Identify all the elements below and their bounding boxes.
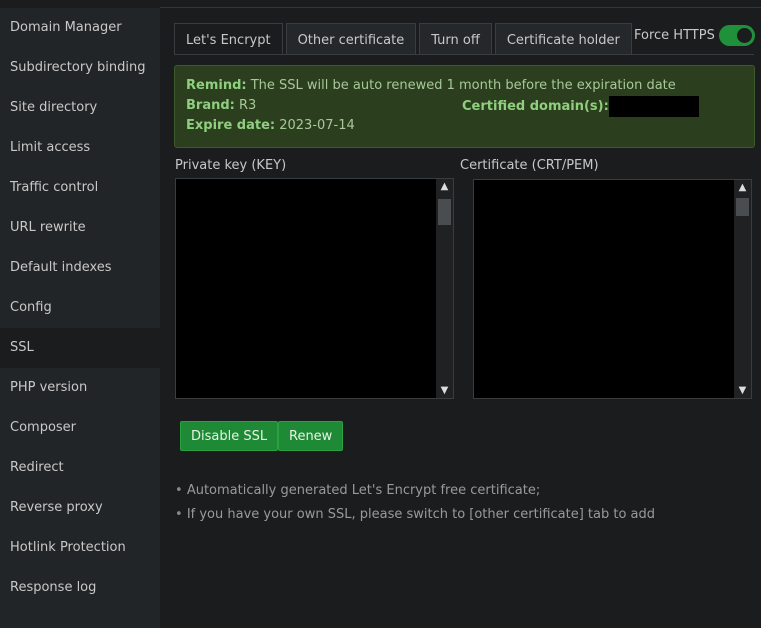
tip-item: Automatically generated Let's Encrypt fr… [175, 479, 655, 503]
scroll-down-icon[interactable]: ▼ [436, 385, 453, 396]
sidebar: Domain Manager Subdirectory binding Site… [0, 8, 160, 628]
expire-value: 2023-07-14 [279, 118, 355, 133]
sidebar-item-default-indexes[interactable]: Default indexes [0, 248, 160, 288]
sidebar-item-response-log[interactable]: Response log [0, 568, 160, 608]
tips-list: Automatically generated Let's Encrypt fr… [175, 479, 655, 527]
expire-label: Expire date: [186, 118, 276, 133]
certificate-textarea[interactable]: ▲ ▼ [473, 179, 752, 399]
sidebar-item-php-version[interactable]: PHP version [0, 368, 160, 408]
sidebar-item-composer[interactable]: Composer [0, 408, 160, 448]
sidebar-item-config[interactable]: Config [0, 288, 160, 328]
remind-label: Remind: [186, 78, 247, 93]
brand-label: Brand: [186, 98, 235, 113]
scrollbar[interactable]: ▲ ▼ [436, 179, 453, 398]
top-divider [160, 7, 761, 8]
sidebar-item-hotlink-protection[interactable]: Hotlink Protection [0, 528, 160, 568]
remind-text: The SSL will be auto renewed 1 month bef… [250, 78, 676, 93]
scroll-up-icon[interactable]: ▲ [436, 181, 453, 192]
tab-certificate-holder[interactable]: Certificate holder [494, 23, 632, 54]
private-key-textarea[interactable]: ▲ ▼ [175, 178, 454, 399]
sidebar-item-traffic-control[interactable]: Traffic control [0, 168, 160, 208]
redacted-domains [608, 96, 699, 117]
disable-ssl-button[interactable]: Disable SSL [180, 421, 279, 451]
tab-lets-encrypt[interactable]: Let's Encrypt [174, 23, 283, 54]
force-https-toggle[interactable] [719, 25, 755, 46]
sidebar-item-url-rewrite[interactable]: URL rewrite [0, 208, 160, 248]
force-https-label: Force HTTPS [634, 28, 715, 43]
tab-divider [174, 54, 754, 55]
sidebar-item-ssl[interactable]: SSL [0, 328, 160, 368]
scrollbar[interactable]: ▲ ▼ [734, 180, 751, 398]
scroll-up-icon[interactable]: ▲ [734, 182, 751, 193]
sidebar-item-site-directory[interactable]: Site directory [0, 88, 160, 128]
scroll-down-icon[interactable]: ▼ [734, 385, 751, 396]
tip-item: If you have your own SSL, please switch … [175, 503, 655, 527]
sidebar-item-subdirectory-binding[interactable]: Subdirectory binding [0, 48, 160, 88]
private-key-label: Private key (KEY) [175, 158, 287, 173]
certified-domains-label: Certified domain(s): [462, 99, 609, 114]
sidebar-item-redirect[interactable]: Redirect [0, 448, 160, 488]
ssl-info-alert: Remind: The SSL will be auto renewed 1 m… [174, 65, 755, 148]
brand-value: R3 [239, 98, 257, 113]
sidebar-item-limit-access[interactable]: Limit access [0, 128, 160, 168]
sidebar-item-reverse-proxy[interactable]: Reverse proxy [0, 488, 160, 528]
tab-turn-off[interactable]: Turn off [419, 23, 492, 54]
sidebar-item-domain-manager[interactable]: Domain Manager [0, 8, 160, 48]
toggle-knob [737, 28, 752, 43]
scroll-thumb[interactable] [736, 198, 749, 216]
scroll-thumb[interactable] [438, 199, 451, 225]
ssl-tabs: Let's Encrypt Other certificate Turn off… [174, 23, 635, 54]
tab-other-certificate[interactable]: Other certificate [285, 23, 417, 54]
renew-button[interactable]: Renew [278, 421, 344, 451]
certificate-label: Certificate (CRT/PEM) [460, 158, 599, 173]
